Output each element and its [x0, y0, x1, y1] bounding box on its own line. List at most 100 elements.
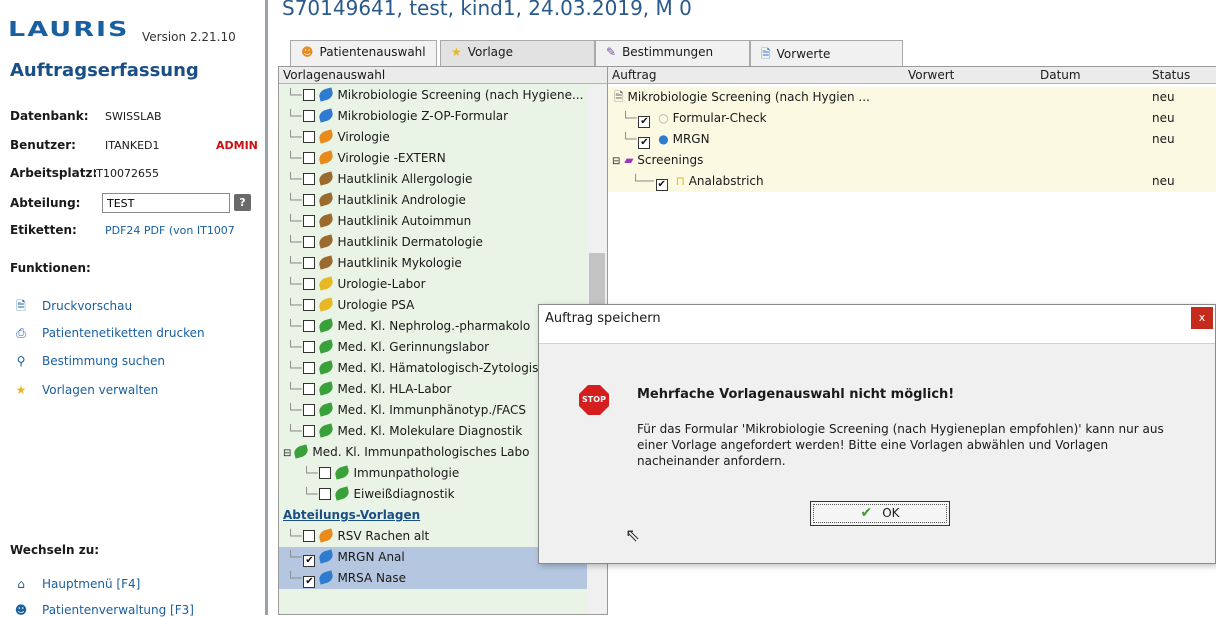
datenbank-row: Datenbank: SWISSLAB: [10, 109, 162, 123]
checkbox[interactable]: [303, 320, 316, 332]
dialog-title: Auftrag speichern: [545, 311, 661, 326]
document-icon: 🗎: [761, 47, 771, 61]
vorlagen-header: Vorlagenauswahl: [279, 67, 607, 84]
vorlage-item[interactable]: └─ Hautklinik Dermatologie: [279, 232, 587, 253]
search-icon: ⚲: [16, 354, 26, 368]
checkbox[interactable]: [303, 194, 316, 206]
vorlage-item[interactable]: └─ Virologie: [279, 127, 587, 148]
checkbox[interactable]: [303, 173, 316, 185]
checkbox[interactable]: [303, 89, 316, 101]
leaf-icon: [318, 528, 335, 543]
leaf-icon: [318, 171, 335, 186]
checkbox[interactable]: [303, 383, 316, 395]
star-icon: ★: [15, 383, 27, 397]
druckvorschau-link[interactable]: 🗎 Druckvorschau: [12, 297, 132, 318]
tab-patientenauswahl[interactable]: ☻ Patientenauswahl: [290, 40, 437, 66]
dot-icon: ●: [658, 132, 669, 146]
checkbox[interactable]: [303, 530, 316, 542]
collapse-icon[interactable]: ⊟: [283, 448, 291, 459]
vorlage-item[interactable]: └─ Mikrobiologie Z-OP-Formular: [279, 106, 587, 127]
close-icon[interactable]: x: [1191, 307, 1213, 329]
abteilung-input[interactable]: [102, 193, 230, 213]
etiketten-value[interactable]: PDF24 PDF (von IT1007: [105, 224, 235, 237]
checkbox[interactable]: [303, 362, 316, 374]
auftrag-row[interactable]: └─ ○ Formular-Check neu: [608, 108, 1216, 129]
checkbox[interactable]: [638, 137, 651, 149]
checkbox[interactable]: [303, 425, 316, 437]
version-label: Version 2.21.10: [142, 30, 236, 44]
ok-button[interactable]: ✔ OK: [810, 501, 950, 526]
abteilung-row: Abteilung:: [10, 196, 80, 210]
checkbox[interactable]: [303, 278, 316, 290]
arbeitsplatz-value: IT10072655: [93, 167, 159, 180]
leaf-icon: [318, 129, 335, 144]
arbeitsplatz-row: Arbeitsplatz: IT10072655: [10, 166, 159, 180]
checkbox[interactable]: [303, 576, 316, 588]
benutzer-value: ITANKED1: [105, 139, 160, 152]
checkbox[interactable]: [638, 116, 651, 128]
vorlage-item[interactable]: └─MRSA Nase: [279, 568, 587, 589]
benutzer-label: Benutzer:: [10, 138, 76, 152]
datenbank-value: SWISSLAB: [105, 110, 162, 123]
hauptmenu-link[interactable]: ⌂ Hauptmenü [F4]: [12, 577, 140, 591]
checkbox[interactable]: [655, 179, 668, 191]
leaf-icon: [318, 297, 335, 312]
vorlage-item[interactable]: └─ Virologie -EXTERN: [279, 148, 587, 169]
folder-icon: ▰: [624, 153, 634, 167]
vorlagen-verwalten-link[interactable]: ★ Vorlagen verwalten: [12, 383, 159, 397]
tab-vorlage[interactable]: ★ Vorlage: [440, 40, 595, 66]
auftrag-row[interactable]: 🗎 Mikrobiologie Screening (nach Hygien .…: [608, 87, 1216, 108]
leaf-icon: [318, 234, 335, 249]
printer-icon: ⎙: [16, 326, 26, 340]
checkbox[interactable]: [303, 555, 316, 567]
vorlage-item[interactable]: └─ Urologie-Labor: [279, 274, 587, 295]
leaf-icon: [318, 213, 335, 228]
status-column: Status: [1152, 68, 1191, 82]
checkbox[interactable]: [319, 488, 332, 500]
leaf-icon: [318, 318, 335, 333]
leaf-icon: [293, 444, 310, 459]
lauris-logo: LAURIS: [8, 18, 130, 42]
tab-bestimmungen[interactable]: ✎ Bestimmungen: [595, 40, 750, 66]
abteilung-label: Abteilung:: [10, 196, 81, 210]
auftrag-row[interactable]: ⊟ ▰ Screenings: [608, 150, 1216, 171]
sidebar: LAURIS Version 2.21.10 Auftragserfassung…: [0, 0, 268, 617]
leaf-icon: [318, 402, 335, 417]
admin-badge: ADMIN: [216, 139, 258, 152]
checkbox[interactable]: [303, 152, 316, 164]
help-icon[interactable]: ?: [234, 194, 251, 211]
leaf-icon: [318, 192, 335, 207]
person-icon: ☻: [301, 45, 314, 59]
leaf-icon: [318, 549, 335, 564]
dialog-heading: Mehrfache Vorlagenauswahl nicht möglich!: [637, 387, 955, 402]
collapse-icon[interactable]: ⊟: [612, 156, 620, 167]
dialog-body: STOP Mehrfache Vorlagenauswahl nicht mög…: [539, 343, 1215, 563]
etiketten-row: Etiketten: PDF24 PDF (von IT1007: [10, 223, 235, 237]
checkbox[interactable]: [303, 299, 316, 311]
leaf-icon: [318, 108, 335, 123]
bestimmung-suchen-link[interactable]: ⚲ Bestimmung suchen: [12, 354, 165, 368]
vorlage-item[interactable]: └─ Mikrobiologie Screening (nach Hygiene.…: [279, 85, 587, 106]
vorlage-item[interactable]: └─ Hautklinik Mykologie: [279, 253, 587, 274]
checkbox[interactable]: [303, 131, 316, 143]
checkbox[interactable]: [303, 257, 316, 269]
vorlage-item[interactable]: └─ Hautklinik Autoimmun: [279, 211, 587, 232]
checkbox[interactable]: [319, 467, 332, 479]
leaf-icon: [318, 150, 335, 165]
tab-vorwerte[interactable]: 🗎 Vorwerte: [750, 40, 903, 66]
checkbox[interactable]: [303, 341, 316, 353]
checkbox[interactable]: [303, 110, 316, 122]
auftrag-row[interactable]: └─ ● MRGN neu: [608, 129, 1216, 150]
leaf-icon: [318, 381, 335, 396]
checkbox[interactable]: [303, 215, 316, 227]
checkbox[interactable]: [303, 404, 316, 416]
vorwert-column: Vorwert: [908, 68, 955, 82]
vorlage-item[interactable]: └─ Hautklinik Allergologie: [279, 169, 587, 190]
app-title: Auftragserfassung: [10, 60, 199, 81]
auftrag-row[interactable]: └── ⊓ Analabstrich neu: [608, 171, 1216, 192]
leaf-icon: [318, 276, 335, 291]
checkbox[interactable]: [303, 236, 316, 248]
auftrag-header-row: Auftrag Vorwert Datum Status: [608, 67, 1216, 84]
patientenetiketten-link[interactable]: ⎙ Patientenetiketten drucken: [12, 326, 204, 341]
vorlage-item[interactable]: └─ Hautklinik Andrologie: [279, 190, 587, 211]
